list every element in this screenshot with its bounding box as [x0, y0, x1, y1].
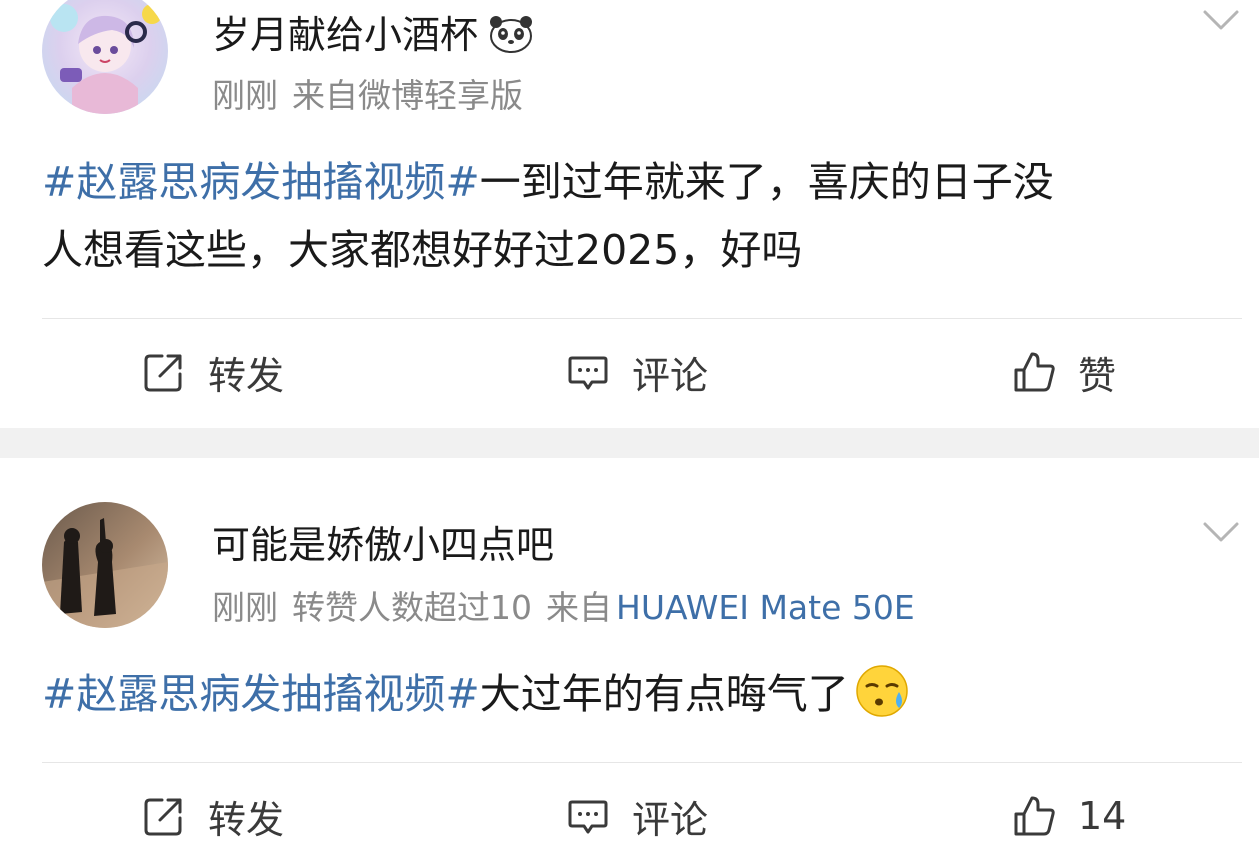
repost-label: 转发	[208, 353, 285, 398]
post-time: 刚刚	[212, 588, 278, 627]
comment-icon	[568, 356, 608, 390]
hashtag-link[interactable]: #赵露思病发抽搐视频#	[42, 158, 480, 206]
username[interactable]: 可能是娇傲小四点吧	[212, 522, 554, 568]
like-button[interactable]: 赞	[1012, 342, 1116, 402]
panda-icon	[490, 16, 533, 53]
action-bar: 转发 评论 赞	[0, 342, 1259, 402]
sweat-face-icon	[855, 665, 908, 717]
avatar-shadow-photo	[42, 502, 168, 628]
post-source[interactable]: 微博轻享版	[358, 76, 523, 115]
thumbs-up-icon	[1014, 352, 1055, 392]
post-content: #赵露思病发抽搐视频#一到过年就来了，喜庆的日子没人想看这些，大家都想好好过20…	[42, 148, 1222, 284]
repost-count-note: 转赞人数超过10	[292, 588, 532, 627]
like-label: 赞	[1078, 353, 1117, 398]
repost-button[interactable]: 转发	[142, 786, 284, 846]
post-meta: 刚刚 来自微博轻享版	[212, 76, 537, 116]
avatar[interactable]	[42, 502, 168, 628]
username[interactable]: 岁月献给小酒杯	[212, 12, 534, 58]
post-text-line2: 人想看这些，大家都想好好过2025，好吗	[42, 226, 803, 274]
comment-label: 评论	[632, 797, 709, 842]
hashtag-link[interactable]: #赵露思病发抽搐视频#	[42, 670, 480, 718]
repost-label: 转发	[208, 797, 285, 842]
username-text[interactable]: 可能是娇傲小四点吧	[212, 523, 554, 567]
like-count: 14	[1078, 794, 1127, 838]
repost-icon	[144, 354, 182, 392]
weibo-post-1: 岁月献给小酒杯 刚刚 来自微博轻享版 #赵露思病发抽搐视频#一到过年就来了，喜庆的…	[0, 0, 1259, 428]
divider	[42, 318, 1242, 319]
post-content: #赵露思病发抽搐视频#大过年的有点晦气了	[42, 660, 1222, 728]
thumbs-up-icon	[1014, 796, 1055, 836]
avatar[interactable]	[42, 0, 168, 114]
username-text[interactable]: 岁月献给小酒杯	[212, 13, 478, 57]
post-time: 刚刚	[212, 76, 278, 115]
repost-icon	[144, 798, 182, 836]
action-bar: 转发 评论 14	[0, 786, 1259, 846]
chevron-down-icon[interactable]	[1201, 6, 1241, 34]
post-meta: 刚刚 转赞人数超过10 来自 HUAWEI Mate 50E	[212, 588, 929, 628]
repost-button[interactable]: 转发	[142, 342, 284, 402]
divider	[42, 762, 1242, 763]
weibo-post-2: 可能是娇傲小四点吧 刚刚 转赞人数超过10 来自 HUAWEI Mate 50E #赵…	[0, 458, 1259, 858]
post-text: 大过年的有点晦气了	[479, 670, 849, 718]
post-text-line1: 一到过年就来了，喜庆的日子没	[479, 158, 1054, 206]
post-source-prefix: 来自	[292, 76, 358, 115]
avatar-anime-image	[42, 0, 168, 114]
comment-label: 评论	[632, 353, 709, 398]
comment-icon	[568, 800, 608, 834]
like-button[interactable]: 14	[1012, 786, 1126, 846]
comment-button[interactable]: 评论	[566, 342, 708, 402]
post-source[interactable]: HUAWEI Mate 50E	[616, 588, 915, 627]
comment-button[interactable]: 评论	[566, 786, 708, 846]
post-separator	[0, 428, 1259, 458]
chevron-down-icon[interactable]	[1201, 518, 1241, 546]
post-source-prefix: 来自	[546, 588, 612, 627]
